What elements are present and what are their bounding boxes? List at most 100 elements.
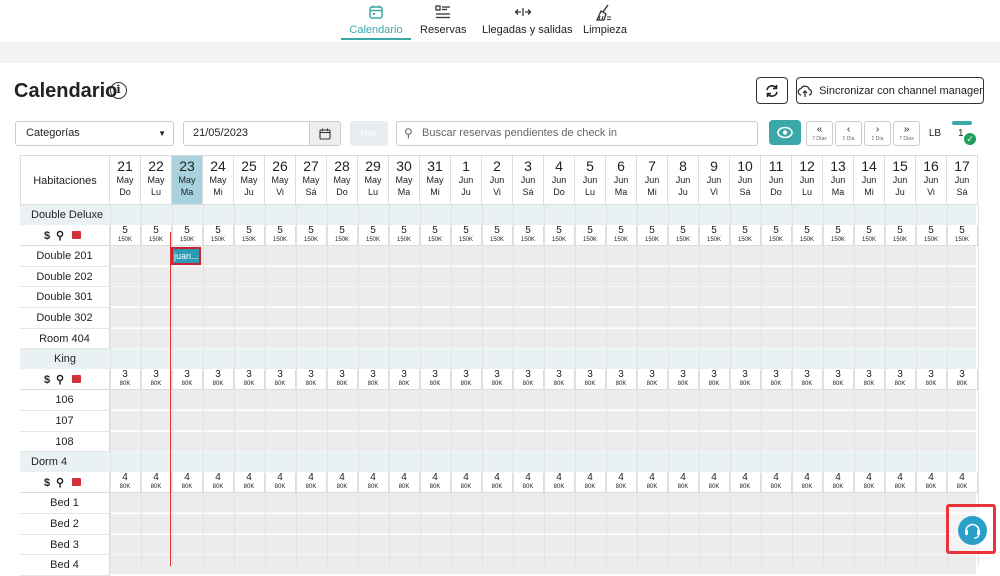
availability-cell[interactable]: 5 150K xyxy=(172,225,203,246)
availability-cell[interactable]: 3 80K xyxy=(358,369,389,390)
availability-cell[interactable]: 4 80K xyxy=(947,472,978,493)
availability-cell[interactable]: 5 150K xyxy=(265,225,296,246)
day-header[interactable]: 23 May Ma xyxy=(172,155,203,205)
availability-cell[interactable]: 4 80K xyxy=(699,472,730,493)
day-header[interactable]: 16 Jun Vi xyxy=(916,155,947,205)
availability-cell[interactable]: 3 80K xyxy=(389,369,420,390)
availability-cell[interactable]: 5 150K xyxy=(296,225,327,246)
availability-cell[interactable]: 5 150K xyxy=(792,225,823,246)
availability-cell[interactable]: 3 80K xyxy=(916,369,947,390)
day-header[interactable]: 31 May Mi xyxy=(420,155,451,205)
availability-cell[interactable]: 4 80K xyxy=(854,472,885,493)
room-row[interactable] xyxy=(110,431,976,452)
search-icon[interactable]: ⚲ xyxy=(56,476,64,489)
availability-cell[interactable]: 3 80K xyxy=(296,369,327,390)
availability-cell[interactable]: 3 80K xyxy=(668,369,699,390)
next-1-day-button[interactable]: › 1 Día xyxy=(864,121,891,146)
pending-count-badge[interactable]: 1 ✓ xyxy=(952,121,976,146)
availability-cell[interactable]: 4 80K xyxy=(296,472,327,493)
room-row[interactable] xyxy=(110,555,976,576)
availability-cell[interactable]: 3 80K xyxy=(792,369,823,390)
day-header[interactable]: 22 May Lu xyxy=(141,155,172,205)
availability-cell[interactable]: 5 150K xyxy=(420,225,451,246)
availability-cell[interactable]: 4 80K xyxy=(513,472,544,493)
availability-cell[interactable]: 5 150K xyxy=(110,225,141,246)
day-header[interactable]: 4 Jun Do xyxy=(544,155,575,205)
availability-cell[interactable]: 4 80K xyxy=(916,472,947,493)
day-header[interactable]: 26 May Vi xyxy=(265,155,296,205)
day-header[interactable]: 9 Jun Vi xyxy=(699,155,730,205)
search-input[interactable]: ⚲ Buscar reservas pendientes de check in xyxy=(396,121,758,146)
refresh-button[interactable] xyxy=(756,77,788,104)
availability-cell[interactable]: 4 80K xyxy=(637,472,668,493)
price-icon[interactable]: $ xyxy=(44,477,50,489)
lock-icon[interactable] xyxy=(72,477,81,486)
availability-cell[interactable]: 4 80K xyxy=(885,472,916,493)
lock-icon[interactable] xyxy=(72,230,81,239)
sync-channel-manager-button[interactable]: Sincronizar con channel manager xyxy=(796,77,984,104)
room-row[interactable] xyxy=(110,411,976,431)
availability-cell[interactable]: 3 80K xyxy=(823,369,854,390)
availability-cell[interactable]: 4 80K xyxy=(544,472,575,493)
lock-icon[interactable] xyxy=(72,374,81,383)
prev-7-days-button[interactable]: « 7 Días xyxy=(806,121,833,146)
day-header[interactable]: 6 Jun Ma xyxy=(606,155,637,205)
availability-cell[interactable]: 3 80K xyxy=(699,369,730,390)
availability-cell[interactable]: 5 150K xyxy=(947,225,978,246)
room-row[interactable] xyxy=(110,246,976,267)
room-row[interactable] xyxy=(110,514,976,534)
availability-cell[interactable]: 3 80K xyxy=(482,369,513,390)
availability-cell[interactable]: 3 80K xyxy=(637,369,668,390)
day-header[interactable]: 2 Jun Vi xyxy=(482,155,513,205)
availability-cell[interactable]: 3 80K xyxy=(761,369,792,390)
room-row[interactable] xyxy=(110,287,976,308)
day-header[interactable]: 7 Jun Mi xyxy=(637,155,668,205)
availability-cell[interactable]: 5 150K xyxy=(482,225,513,246)
day-header[interactable]: 15 Jun Ju xyxy=(885,155,916,205)
category-select[interactable]: Categorías ▼ xyxy=(15,121,174,146)
availability-cell[interactable]: 5 150K xyxy=(668,225,699,246)
availability-cell[interactable]: 4 80K xyxy=(234,472,265,493)
tab-calendario[interactable]: Calendario xyxy=(341,2,411,40)
availability-cell[interactable]: 4 80K xyxy=(141,472,172,493)
availability-cell[interactable]: 4 80K xyxy=(823,472,854,493)
availability-cell[interactable]: 5 150K xyxy=(358,225,389,246)
support-button[interactable] xyxy=(958,516,987,545)
day-header[interactable]: 8 Jun Ju xyxy=(668,155,699,205)
availability-cell[interactable]: 3 80K xyxy=(234,369,265,390)
availability-cell[interactable]: 5 150K xyxy=(451,225,482,246)
day-header[interactable]: 17 Jun Sá xyxy=(947,155,978,205)
availability-cell[interactable]: 3 80K xyxy=(110,369,141,390)
view-toggle-button[interactable] xyxy=(769,120,801,145)
availability-cell[interactable]: 5 150K xyxy=(699,225,730,246)
day-header[interactable]: 13 Jun Ma xyxy=(823,155,854,205)
day-header[interactable]: 11 Jun Do xyxy=(761,155,792,205)
availability-cell[interactable]: 5 150K xyxy=(389,225,420,246)
day-header[interactable]: 24 May Mi xyxy=(203,155,234,205)
room-row[interactable] xyxy=(110,493,976,514)
day-header[interactable]: 29 May Lu xyxy=(358,155,389,205)
availability-cell[interactable]: 4 80K xyxy=(668,472,699,493)
today-button[interactable]: Hoy xyxy=(350,121,388,146)
availability-cell[interactable]: 3 80K xyxy=(141,369,172,390)
availability-cell[interactable]: 5 150K xyxy=(854,225,885,246)
availability-cell[interactable]: 3 80K xyxy=(575,369,606,390)
date-input[interactable]: 21/05/2023 xyxy=(183,121,310,146)
availability-cell[interactable]: 3 80K xyxy=(203,369,234,390)
availability-cell[interactable]: 3 80K xyxy=(730,369,761,390)
availability-cell[interactable]: 4 80K xyxy=(575,472,606,493)
availability-cell[interactable]: 3 80K xyxy=(854,369,885,390)
availability-cell[interactable]: 4 80K xyxy=(110,472,141,493)
availability-cell[interactable]: 5 150K xyxy=(234,225,265,246)
search-icon[interactable]: ⚲ xyxy=(56,229,64,242)
availability-cell[interactable]: 5 150K xyxy=(730,225,761,246)
day-header[interactable]: 10 Jun Sá xyxy=(730,155,761,205)
availability-cell[interactable]: 5 150K xyxy=(513,225,544,246)
availability-cell[interactable]: 5 150K xyxy=(823,225,854,246)
price-icon[interactable]: $ xyxy=(44,374,50,386)
availability-cell[interactable]: 5 150K xyxy=(606,225,637,246)
availability-cell[interactable]: 5 150K xyxy=(885,225,916,246)
availability-cell[interactable]: 4 80K xyxy=(172,472,203,493)
availability-cell[interactable]: 5 150K xyxy=(575,225,606,246)
day-header[interactable]: 21 May Do xyxy=(110,155,141,205)
